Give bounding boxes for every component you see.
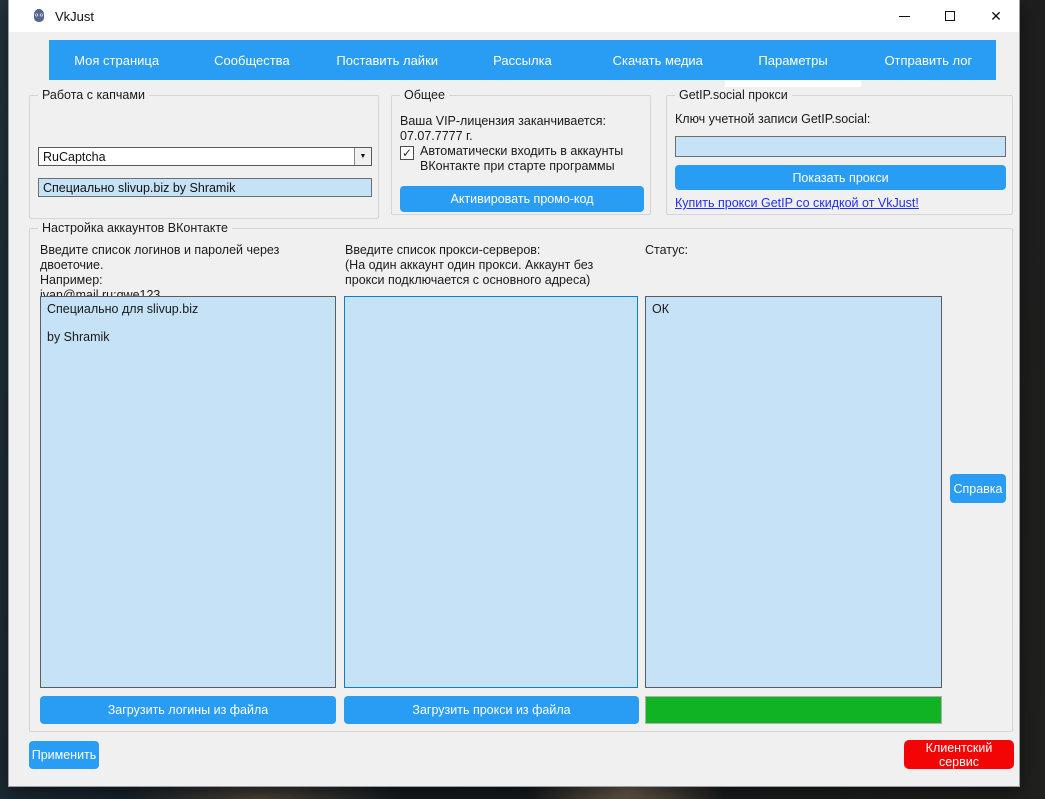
load-logins-button[interactable]: Загрузить логины из файла	[40, 696, 336, 724]
getip-key-label: Ключ учетной записи GetIP.social:	[675, 112, 870, 127]
client-service-button[interactable]: Клиентский сервис	[904, 740, 1014, 769]
vkjust-logo-icon	[31, 8, 47, 24]
maximize-icon	[945, 11, 955, 21]
title-bar: VkJust ✕	[9, 0, 1019, 32]
autologin-checkbox[interactable]: ✓	[400, 146, 414, 160]
close-icon: ✕	[990, 9, 1002, 23]
autologin-checkbox-label: Автоматически входить в аккаунты ВКонтак…	[420, 144, 623, 174]
window-title: VkJust	[55, 9, 881, 24]
minimize-icon	[899, 16, 910, 17]
tab-download-media[interactable]: Скачать медиа	[590, 40, 725, 80]
captcha-service-dropdown[interactable]: RuCaptcha ▼	[38, 147, 372, 166]
captcha-service-value: RuCaptcha	[39, 150, 354, 164]
tab-put-likes[interactable]: Поставить лайки	[320, 40, 455, 80]
general-group: Общее Ваша VIP-лицензия заканчивается: 0…	[391, 95, 651, 215]
status-textarea[interactable]: ОК	[645, 296, 942, 688]
status-column-label: Статус:	[645, 243, 688, 258]
buy-proxies-link[interactable]: Купить прокси GetIP со скидкой от VkJust…	[675, 196, 919, 210]
license-text: Ваша VIP-лицензия заканчивается: 07.07.7…	[400, 114, 650, 144]
tab-parameters[interactable]: Параметры	[725, 40, 860, 80]
chevron-down-icon[interactable]: ▼	[354, 148, 371, 165]
captcha-api-key-field[interactable]: Специально slivup.biz by Shramik	[38, 178, 372, 197]
logins-textarea[interactable]: Специально для slivup.biz by Shramik	[40, 296, 336, 688]
activate-promo-button[interactable]: Активировать промо-код	[400, 186, 644, 212]
close-button[interactable]: ✕	[973, 0, 1019, 32]
accounts-group-title: Настройка аккаунтов ВКонтакте	[38, 221, 232, 235]
tab-communities[interactable]: Сообщества	[184, 40, 319, 80]
captcha-group: Работа с капчами RuCaptcha ▼ Специально …	[29, 95, 379, 219]
window-controls: ✕	[881, 0, 1019, 32]
progress-bar	[645, 696, 942, 724]
general-group-title: Общее	[400, 88, 449, 102]
tab-my-page[interactable]: Моя страница	[49, 40, 184, 80]
tab-bar: Моя страница Сообщества Поставить лайки …	[49, 40, 996, 80]
show-proxies-button[interactable]: Показать прокси	[675, 165, 1006, 190]
app-window: VkJust ✕ Моя страница Сообщества Постави…	[8, 0, 1020, 787]
autologin-checkbox-row: ✓ Автоматически входить в аккаунты ВКонт…	[400, 144, 623, 174]
getip-group-title: GetIP.social прокси	[675, 88, 792, 102]
tab-mailing[interactable]: Рассылка	[455, 40, 590, 80]
accounts-group: Настройка аккаунтов ВКонтакте Введите сп…	[29, 228, 1013, 732]
proxies-column-label: Введите список прокси-серверов: (На один…	[345, 243, 645, 288]
proxies-textarea[interactable]	[344, 296, 638, 688]
captcha-group-title: Работа с капчами	[38, 88, 149, 102]
minimize-button[interactable]	[881, 0, 927, 32]
logins-column-label: Введите список логинов и паролей через д…	[40, 243, 340, 303]
getip-group: GetIP.social прокси Ключ учетной записи …	[666, 95, 1013, 215]
maximize-button[interactable]	[927, 0, 973, 32]
getip-key-input[interactable]	[675, 136, 1006, 157]
tab-send-log[interactable]: Отправить лог	[861, 40, 996, 80]
load-proxies-button[interactable]: Загрузить прокси из файла	[344, 696, 639, 724]
apply-button[interactable]: Применить	[29, 741, 99, 769]
help-button[interactable]: Справка	[950, 474, 1006, 503]
